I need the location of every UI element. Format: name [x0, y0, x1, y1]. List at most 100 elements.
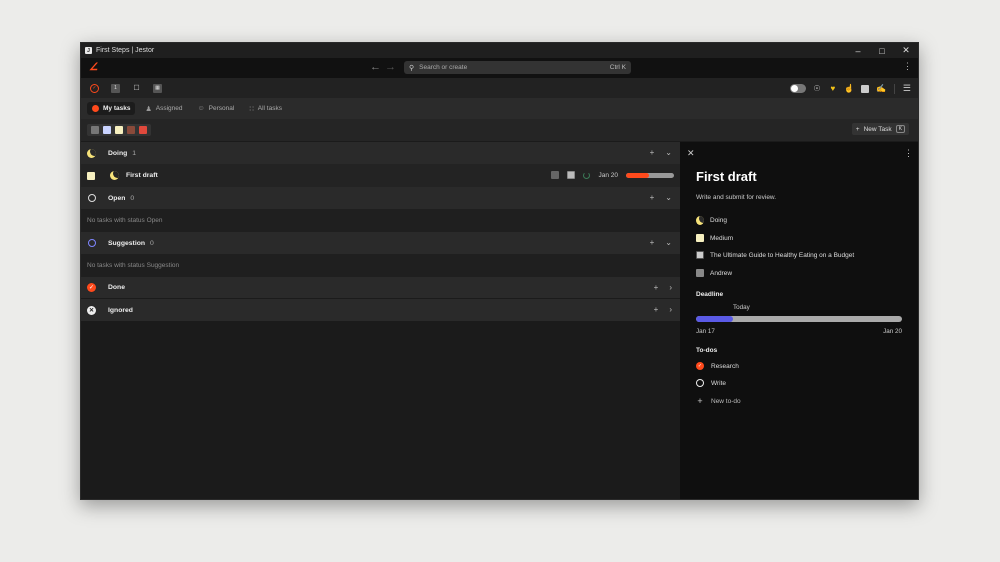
document-icon — [567, 171, 576, 179]
empty-message: No tasks with status Open — [81, 209, 680, 232]
doing-moon-icon — [696, 215, 704, 225]
document-value: The Ultimate Guide to Healthy Eating on … — [710, 251, 855, 259]
target-icon[interactable]: ☉ — [812, 84, 822, 94]
heart-icon[interactable]: ♥ — [828, 84, 838, 94]
group-doing[interactable]: Doing 1 + ⌄ — [81, 142, 680, 164]
suggestion-circle-icon — [87, 239, 96, 248]
doing-moon-icon — [110, 171, 119, 180]
detail-title[interactable]: First draft — [696, 169, 757, 184]
group-ignored[interactable]: ✕ Ignored + › — [81, 299, 680, 321]
theme-toggle[interactable] — [789, 84, 806, 93]
timeline-fill — [696, 316, 734, 322]
assignee-value: Andrew — [710, 269, 733, 277]
add-icon[interactable]: + — [650, 193, 655, 202]
new-todo-label: New to-do — [711, 397, 741, 405]
toolbar: ✓ 1 ☐ ▦ ☉ ♥ ☝ ✍ ☰ — [81, 78, 918, 98]
todo-open-circle-icon[interactable] — [696, 379, 704, 387]
filter-swatch-gray[interactable] — [91, 126, 99, 134]
back-arrow-icon[interactable]: ← — [370, 61, 381, 73]
group-count: 0 — [130, 194, 135, 202]
task-row[interactable]: First draft Jan 20 — [81, 164, 680, 187]
more-options-icon[interactable]: ⋮ — [903, 61, 912, 72]
app-icon: J — [85, 47, 92, 54]
filter-swatch-yellow[interactable] — [115, 126, 123, 134]
start-date: Jan 17 — [696, 328, 715, 335]
filter-bar: + New Task K — [81, 119, 918, 141]
priority-medium-icon — [696, 234, 704, 242]
add-icon[interactable]: + — [650, 238, 655, 247]
document-icon — [696, 251, 704, 259]
new-todo-button[interactable]: + New to-do — [696, 396, 741, 406]
forward-arrow-icon[interactable]: → — [385, 61, 396, 73]
tab-label: Assigned — [155, 105, 183, 112]
filter-swatch-blue[interactable] — [103, 126, 111, 134]
new-task-button[interactable]: + New Task K — [851, 123, 909, 135]
detail-description[interactable]: Write and submit for review. — [696, 194, 776, 201]
maximize-icon[interactable]: □ — [870, 43, 894, 58]
nav-arrows: ← → — [370, 61, 396, 73]
in-progress-icon — [583, 171, 591, 179]
tab-personal[interactable]: ☺ Personal — [193, 102, 240, 115]
tab-label: All tasks — [257, 105, 282, 112]
user-icon: ♟ — [145, 105, 152, 113]
writing-hand-icon[interactable]: ✍ — [876, 84, 886, 94]
task-progress-fill — [626, 172, 650, 178]
pointing-hand-icon[interactable]: ☝ — [844, 84, 854, 94]
search-input[interactable]: ⚲ Search or create Ctrl K — [404, 61, 631, 74]
doing-moon-icon — [87, 148, 96, 158]
todo-item[interactable]: Write — [696, 379, 726, 387]
tasks-check-icon[interactable]: ✓ — [90, 83, 99, 93]
top-bar: ∠ ← → ⚲ Search or create Ctrl K ⋮ — [81, 58, 918, 78]
chevron-down-icon[interactable]: ⌄ — [665, 238, 672, 247]
inbox-icon[interactable]: 1 — [111, 83, 120, 93]
new-task-label: New Task — [863, 125, 892, 133]
new-task-shortcut: K — [895, 125, 905, 133]
app-window: J First Steps | Jestor – □ ✕ ∠ ← → ⚲ Sea… — [80, 42, 919, 500]
group-open[interactable]: Open 0 + ⌄ — [81, 187, 680, 209]
ignored-x-icon: ✕ — [87, 305, 96, 315]
group-done[interactable]: ✓ Done + › — [81, 277, 680, 299]
task-list: Doing 1 + ⌄ First draft Jan 20 Open 0 + … — [81, 142, 680, 499]
tab-all-tasks[interactable]: ∷ All tasks — [244, 102, 287, 115]
add-icon[interactable]: + — [654, 305, 659, 314]
tab-my-tasks[interactable]: My tasks — [87, 102, 136, 115]
assignee-avatar — [551, 171, 560, 179]
grid-icon: ∷ — [249, 105, 254, 113]
assignee-field[interactable]: Andrew — [696, 269, 732, 277]
toolbar-divider — [893, 83, 895, 94]
close-panel-icon[interactable]: ✕ — [687, 148, 695, 159]
jestor-logo-icon[interactable]: ∠ — [89, 62, 98, 73]
add-icon[interactable]: + — [650, 148, 655, 157]
todo-done-check-icon[interactable]: ✓ — [696, 362, 704, 370]
task-name: First draft — [126, 172, 158, 179]
search-placeholder: Search or create — [419, 64, 468, 71]
deadline-timeline[interactable] — [696, 316, 902, 322]
chevron-down-icon[interactable]: ⌄ — [665, 148, 672, 157]
menu-icon[interactable]: ☰ — [903, 83, 911, 94]
assignee-avatar — [696, 269, 704, 277]
add-icon[interactable]: + — [654, 283, 659, 292]
close-window-icon[interactable]: ✕ — [894, 43, 918, 58]
status-field[interactable]: Doing — [696, 215, 727, 225]
todos-heading: To-dos — [696, 347, 718, 354]
tab-label: My tasks — [103, 105, 131, 112]
todo-item[interactable]: ✓ Research — [696, 362, 739, 370]
chevron-right-icon[interactable]: › — [669, 305, 672, 314]
filter-swatches — [87, 124, 151, 136]
filter-swatch-red[interactable] — [139, 126, 147, 134]
search-shortcut: Ctrl K — [609, 64, 626, 71]
tab-label: Personal — [208, 105, 235, 112]
filter-swatch-brown[interactable] — [127, 126, 135, 134]
priority-field[interactable]: Medium — [696, 234, 733, 242]
chat-icon[interactable]: ☐ — [132, 84, 141, 93]
more-options-icon[interactable]: ⋮ — [904, 148, 913, 159]
chevron-right-icon[interactable]: › — [669, 283, 672, 292]
tab-assigned[interactable]: ♟ Assigned — [140, 102, 187, 115]
document-field[interactable]: The Ultimate Guide to Healthy Eating on … — [696, 251, 854, 259]
apps-icon[interactable]: ▦ — [153, 83, 162, 93]
minimize-icon[interactable]: – — [846, 43, 870, 58]
title-bar: J First Steps | Jestor – □ ✕ — [81, 43, 918, 58]
doc-icon[interactable] — [860, 84, 870, 94]
chevron-down-icon[interactable]: ⌄ — [665, 193, 672, 202]
group-suggestion[interactable]: Suggestion 0 + ⌄ — [81, 232, 680, 254]
